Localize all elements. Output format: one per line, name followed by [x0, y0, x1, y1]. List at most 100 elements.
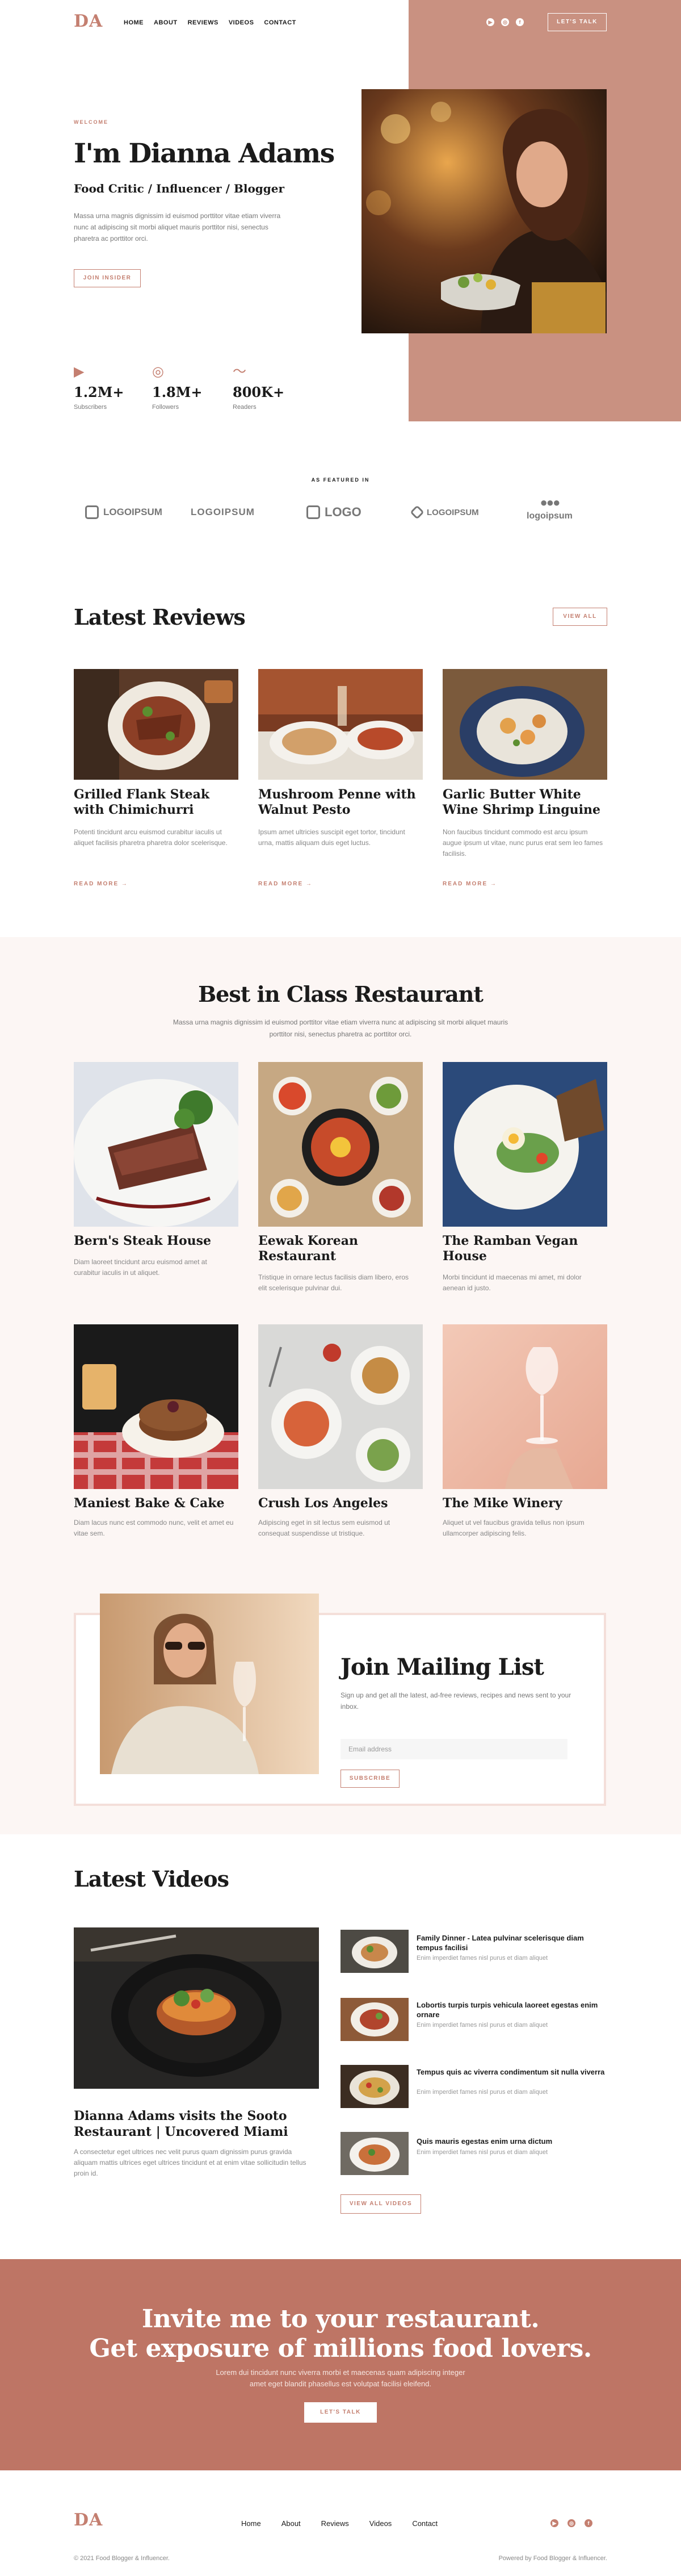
- restaurant-title-5[interactable]: Crush Los Angeles: [258, 1496, 428, 1511]
- youtube-icon: ▶: [74, 364, 85, 379]
- footer-social-icons: ▶ ◎ f: [550, 2519, 592, 2527]
- cta-text-1: Lorem dui tincidunt nunc viverra morbi e…: [216, 2368, 465, 2377]
- restaurant-text-5: Adipiscing eget in sit lectus sem euismo…: [258, 1519, 390, 1537]
- read-more-link-3[interactable]: READ MORE →: [443, 881, 497, 887]
- restaurant-title-6[interactable]: The Mike Winery: [443, 1496, 613, 1511]
- facebook-icon[interactable]: f: [585, 2519, 592, 2527]
- main-video-thumbnail[interactable]: [74, 1927, 319, 2089]
- featured-label: AS FEATURED IN: [311, 477, 370, 483]
- nav-home[interactable]: HOME: [124, 19, 144, 26]
- footer-nav-home[interactable]: Home: [241, 2519, 261, 2528]
- featured-logo-5: ●●● logoipsum: [527, 495, 573, 521]
- review-image-steak[interactable]: [74, 669, 238, 780]
- video-title-1[interactable]: Family Dinner - Latea pulvinar scelerisq…: [417, 1933, 609, 1952]
- restaurant-title-2[interactable]: Eewak Korean Restaurant: [258, 1233, 428, 1264]
- nav-reviews[interactable]: REVIEWS: [188, 19, 218, 26]
- featured-logo-3: LOGO: [306, 500, 361, 525]
- review-image-penne[interactable]: [258, 669, 423, 780]
- subscribe-button[interactable]: SUBSCRIBE: [340, 1770, 400, 1788]
- site-logo[interactable]: DA: [74, 11, 103, 31]
- cta-section: [0, 2259, 681, 2470]
- review-text-2: Ipsum amet ultricies suscipit eget torto…: [258, 828, 405, 847]
- restaurant-title-4[interactable]: Maniest Bake & Cake: [74, 1496, 244, 1511]
- review-image-shrimp[interactable]: [443, 669, 607, 780]
- reviews-title: Latest Reviews: [74, 604, 246, 630]
- instagram-icon[interactable]: ◎: [501, 18, 509, 26]
- review-text-1: Potenti tincidunt arcu euismod curabitur…: [74, 828, 228, 847]
- footer-nav: Home About Reviews Videos Contact: [241, 2519, 438, 2528]
- email-field[interactable]: Email address: [340, 1739, 568, 1759]
- mailing-photo: [100, 1594, 319, 1774]
- restaurant-text-1: Diam laoreet tincidunt arcu euismod amet…: [74, 1258, 207, 1277]
- restaurant-title-3[interactable]: The Ramban Vegan House: [443, 1233, 613, 1264]
- review-text-3: Non faucibus tincidunt commodo est arcu …: [443, 828, 603, 858]
- hero-photo: [361, 89, 607, 333]
- hero-subtitle: Food Critic / Influencer / Blogger: [74, 182, 285, 195]
- stat-followers: ◎ 1.8M+ Followers: [152, 364, 203, 411]
- footer-nav-videos[interactable]: Videos: [369, 2519, 392, 2528]
- youtube-icon[interactable]: ▶: [550, 2519, 558, 2527]
- video-title-2[interactable]: Lobortis turpis turpis vehicula laoreet …: [417, 2000, 609, 2019]
- read-more-link-2[interactable]: READ MORE →: [258, 881, 313, 887]
- review-title-1[interactable]: Grilled Flank Steak with Chimichurri: [74, 787, 244, 818]
- main-video-title[interactable]: Dianna Adams visits the Sooto Restaurant…: [74, 2108, 323, 2140]
- video-thumb-2[interactable]: [340, 1998, 409, 2041]
- cta-lets-talk-button[interactable]: LET'S TALK: [304, 2402, 377, 2423]
- video-thumb-4[interactable]: [340, 2132, 409, 2175]
- footer-nav-reviews[interactable]: Reviews: [321, 2519, 349, 2528]
- youtube-icon[interactable]: ▶: [486, 18, 494, 26]
- video-text-1: Enim imperdiet fames nisl purus et diam …: [417, 1955, 548, 1962]
- video-thumb-3[interactable]: [340, 2065, 409, 2108]
- facebook-icon[interactable]: f: [516, 18, 524, 26]
- arrow-right-icon: →: [121, 881, 128, 887]
- powered-by-text: Powered by Food Blogger & Influencer.: [498, 2555, 607, 2562]
- video-title-4[interactable]: Quis mauris egestas enim urna dictum: [417, 2136, 609, 2146]
- logo-mark-icon: [306, 505, 320, 519]
- featured-logo-1: LOGOIPSUM: [85, 500, 162, 525]
- restaurant-title-1[interactable]: Bern's Steak House: [74, 1233, 244, 1249]
- arrow-right-icon: →: [490, 881, 497, 887]
- cta-headline-1: Invite me to your restaurant.: [141, 2305, 540, 2334]
- logo-mark-icon: [410, 505, 424, 520]
- footer-nav-contact[interactable]: Contact: [412, 2519, 438, 2528]
- footer-logo[interactable]: DA: [74, 2510, 103, 2530]
- restaurant-image-eewak[interactable]: [258, 1062, 423, 1227]
- restaurant-text-3: Morbi tincidunt id maecenas mi amet, mi …: [443, 1273, 582, 1292]
- mailing-title: Join Mailing List: [340, 1654, 544, 1680]
- logo-mark-icon: [85, 505, 99, 519]
- lets-talk-button[interactable]: LET'S TALK: [548, 13, 607, 31]
- stat-subscribers: ▶ 1.2M+ Subscribers: [74, 364, 124, 411]
- restaurant-text-4: Diam lacus nunc est commodo nunc, velit …: [74, 1519, 234, 1537]
- nav-about[interactable]: ABOUT: [154, 19, 178, 26]
- mailing-text: Sign up and get all the latest, ad-free …: [340, 1691, 571, 1711]
- restaurants-title: Best in Class Restaurant: [198, 981, 484, 1007]
- header-social-icons: ▶ ◎ f: [486, 18, 524, 26]
- video-title-3[interactable]: Tempus quis ac viverra condimentum sit n…: [417, 2067, 609, 2077]
- main-nav: HOME ABOUT REVIEWS VIDEOS CONTACT: [124, 19, 296, 26]
- review-title-3[interactable]: Garlic Butter White Wine Shrimp Linguine: [443, 787, 613, 818]
- restaurants-text: Massa urna magnis dignissim id euismod p…: [173, 1018, 508, 1038]
- page: DA HOME ABOUT REVIEWS VIDEOS CONTACT ▶ ◎…: [0, 0, 681, 2576]
- restaurant-image-ramban[interactable]: [443, 1062, 607, 1227]
- nav-contact[interactable]: CONTACT: [264, 19, 296, 26]
- videos-title: Latest Videos: [74, 1866, 229, 1892]
- view-all-videos-button[interactable]: VIEW ALL VIDEOS: [340, 2194, 421, 2214]
- video-thumb-1[interactable]: [340, 1930, 409, 1973]
- review-title-2[interactable]: Mushroom Penne with Walnut Pesto: [258, 787, 428, 818]
- join-insider-button[interactable]: JOIN INSIDER: [74, 269, 141, 287]
- instagram-icon: ◎: [152, 364, 164, 379]
- hero-text: Massa urna magnis dignissim id euismod p…: [74, 212, 281, 242]
- restaurant-image-bake[interactable]: [74, 1324, 238, 1489]
- view-all-reviews-button[interactable]: VIEW ALL: [553, 608, 607, 626]
- hero-eyebrow: WELCOME: [74, 119, 108, 125]
- read-more-link-1[interactable]: READ MORE →: [74, 881, 128, 887]
- restaurant-text-2: Tristique in ornare lectus facilisis dia…: [258, 1273, 409, 1292]
- restaurant-text-6: Aliquet ut vel faucibus gravida tellus n…: [443, 1519, 585, 1537]
- footer-nav-about[interactable]: About: [281, 2519, 301, 2528]
- restaurant-image-crush[interactable]: [258, 1324, 423, 1489]
- instagram-icon[interactable]: ◎: [568, 2519, 575, 2527]
- video-text-4: Enim imperdiet fames nisl purus et diam …: [417, 2149, 548, 2156]
- nav-videos[interactable]: VIDEOS: [229, 19, 254, 26]
- restaurant-image-berns[interactable]: [74, 1062, 238, 1227]
- restaurant-image-winery[interactable]: [443, 1324, 607, 1489]
